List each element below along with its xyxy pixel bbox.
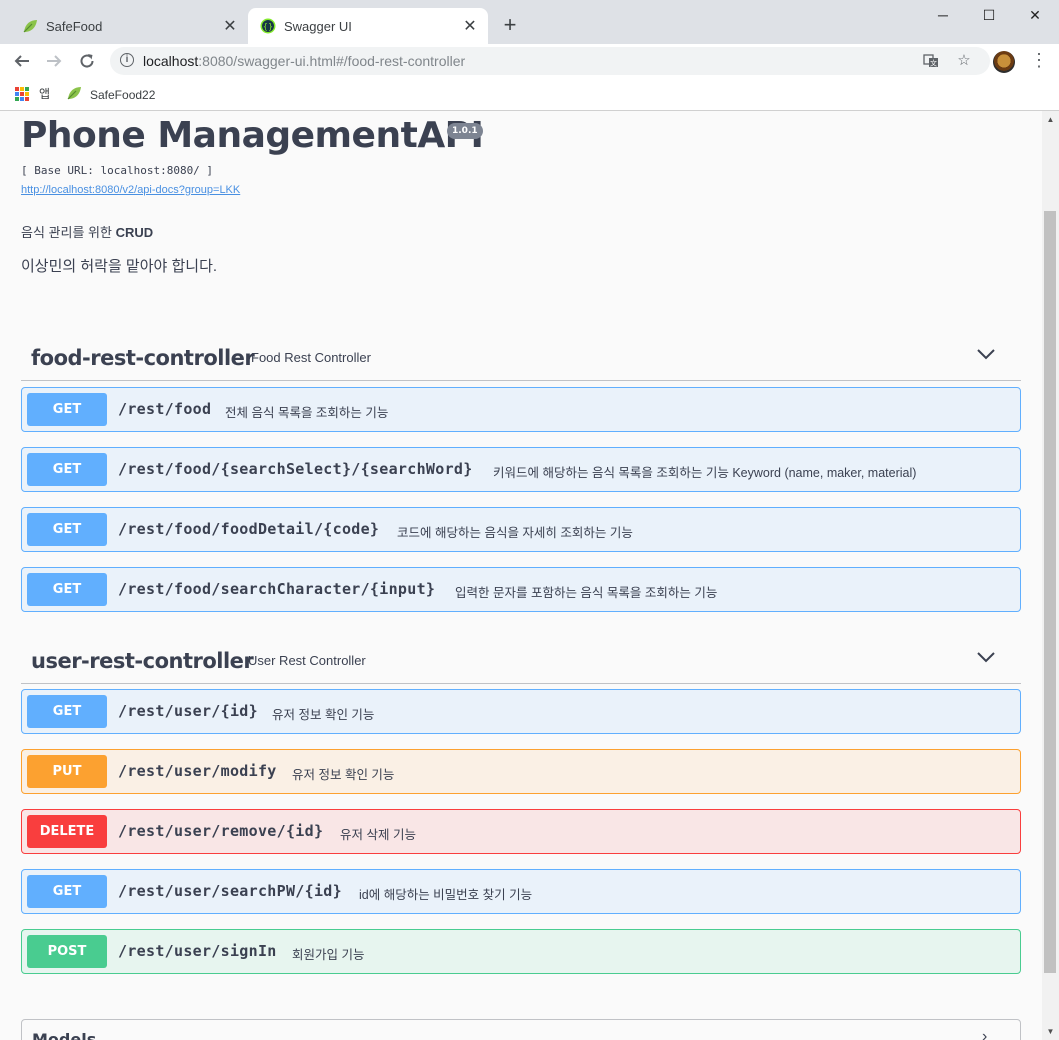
bookmark-label: 앱 — [39, 87, 51, 101]
method-badge: GET — [27, 513, 107, 546]
profile-avatar[interactable] — [993, 51, 1015, 73]
scroll-down-icon[interactable]: ▼ — [1042, 1023, 1059, 1040]
close-tab-icon[interactable]: ✕ — [220, 16, 240, 36]
operation-path: /rest/user/modify — [118, 762, 277, 780]
operation-get-rest-user-id[interactable]: GET /rest/user/{id} 유저 정보 확인 기능 — [21, 689, 1021, 734]
operation-summary: 유저 정보 확인 기능 — [272, 708, 375, 722]
section-food-rest-controller: food-rest-controller Food Rest Controlle… — [21, 330, 1021, 612]
api-description: 음식 관리를 위한 CRUD — [21, 225, 154, 240]
method-badge: GET — [27, 453, 107, 486]
translate-icon[interactable]: 文 — [923, 53, 939, 69]
operation-path: /rest/user/remove/{id} — [118, 822, 324, 840]
chevron-right-icon[interactable]: › — [982, 1028, 987, 1040]
section-user-rest-controller: user-rest-controller User Rest Controlle… — [21, 633, 1021, 974]
bookmark-apps[interactable]: 앱 — [15, 85, 50, 102]
browser-chrome: SafeFood ✕ {} Swagger UI ✕ + ─ ☐ ✕ i loc… — [0, 0, 1059, 111]
reload-icon[interactable] — [75, 49, 99, 73]
new-tab-button[interactable]: + — [498, 13, 522, 37]
operation-summary: 유저 삭제 기능 — [340, 828, 416, 842]
operation-summary: 전체 음식 목록을 조회하는 기능 — [225, 406, 389, 420]
swagger-page: Phone ManagementAPI 1.0.1 [ Base URL: lo… — [0, 111, 1042, 1040]
close-tab-icon[interactable]: ✕ — [460, 16, 480, 36]
models-section[interactable]: Models › — [21, 1019, 1021, 1040]
maximize-button[interactable]: ☐ — [966, 0, 1012, 30]
operation-get-rest-food-search-character[interactable]: GET /rest/food/searchCharacter/{input} 입… — [21, 567, 1021, 612]
section-name: user-rest-controller — [31, 649, 254, 673]
api-docs-link[interactable]: http://localhost:8080/v2/api-docs?group=… — [21, 184, 240, 196]
operation-post-rest-user-signin[interactable]: POST /rest/user/signIn 회원가입 기능 — [21, 929, 1021, 974]
operation-path: /rest/food/foodDetail/{code} — [118, 520, 380, 538]
operation-get-rest-food-detail[interactable]: GET /rest/food/foodDetail/{code} 코드에 해당하… — [21, 507, 1021, 552]
tab-label: SafeFood — [46, 18, 103, 34]
section-description: Food Rest Controller — [251, 350, 371, 365]
operation-summary: 코드에 해당하는 음식을 자세히 조회하는 기능 — [397, 526, 633, 540]
star-icon[interactable]: ☆ — [956, 53, 972, 69]
minimize-button[interactable]: ─ — [920, 0, 966, 30]
operation-path: /rest/user/{id} — [118, 702, 258, 720]
operation-path: /rest/food — [118, 400, 212, 418]
close-window-button[interactable]: ✕ — [1012, 0, 1058, 30]
version-badge: 1.0.1 — [447, 123, 483, 139]
scrollbar-thumb[interactable] — [1044, 211, 1056, 973]
leaf-icon — [66, 85, 82, 104]
method-badge: POST — [27, 935, 107, 968]
method-badge: DELETE — [27, 815, 107, 848]
page-scrollbar[interactable]: ▲ ▼ — [1042, 111, 1059, 1040]
operation-path: /rest/food/{searchSelect}/{searchWord} — [118, 460, 473, 478]
scroll-up-icon[interactable]: ▲ — [1042, 111, 1059, 128]
tab-strip: SafeFood ✕ {} Swagger UI ✕ + ─ ☐ ✕ — [0, 0, 1059, 44]
chevron-down-icon[interactable] — [976, 344, 996, 364]
operation-summary: 키워드에 해당하는 음식 목록을 조회하는 기능 Keyword (name, … — [493, 466, 917, 480]
svg-text:文: 文 — [930, 59, 937, 68]
method-badge: GET — [27, 695, 107, 728]
bookmark-safefood22[interactable]: SafeFood22 — [66, 85, 155, 104]
section-header[interactable]: food-rest-controller Food Rest Controlle… — [21, 330, 1021, 381]
apps-grid-icon — [15, 86, 29, 101]
operation-get-rest-food-search[interactable]: GET /rest/food/{searchSelect}/{searchWor… — [21, 447, 1021, 492]
method-badge: GET — [27, 393, 107, 426]
address-bar[interactable]: i localhost:8080/swagger-ui.html#/food-r… — [110, 47, 990, 75]
back-arrow-icon[interactable] — [10, 49, 34, 73]
operation-path: /rest/user/signIn — [118, 942, 277, 960]
operation-path: /rest/user/searchPW/{id} — [118, 882, 342, 900]
forward-arrow-icon[interactable] — [42, 49, 66, 73]
bookmarks-bar: 앱 SafeFood22 — [0, 78, 1059, 111]
tab-label: Swagger UI — [284, 18, 352, 34]
operation-summary: 유저 정보 확인 기능 — [292, 768, 395, 782]
chevron-down-icon[interactable] — [976, 647, 996, 667]
base-url: [ Base URL: localhost:8080/ ] — [21, 164, 214, 177]
operation-delete-rest-user-remove[interactable]: DELETE /rest/user/remove/{id} 유저 삭제 기능 — [21, 809, 1021, 854]
section-description: User Rest Controller — [248, 653, 366, 668]
svg-text:{}: {} — [263, 22, 273, 31]
operation-summary: 입력한 문자를 포함하는 음식 목록을 조회하는 기능 — [455, 586, 718, 600]
api-description-note: 이상민의 허락을 맡아야 합니다. — [21, 258, 218, 275]
bookmark-label: SafeFood22 — [90, 87, 156, 102]
operation-summary: 회원가입 기능 — [292, 948, 365, 962]
operation-summary: id에 해당하는 비밀번호 찾기 기능 — [359, 888, 533, 902]
browser-toolbar: i localhost:8080/swagger-ui.html#/food-r… — [0, 44, 1059, 78]
method-badge: PUT — [27, 755, 107, 788]
api-title: Phone ManagementAPI — [21, 115, 484, 156]
method-badge: GET — [27, 875, 107, 908]
tab-swagger-ui[interactable]: {} Swagger UI ✕ — [248, 8, 488, 44]
method-badge: GET — [27, 573, 107, 606]
operation-get-rest-user-searchpw[interactable]: GET /rest/user/searchPW/{id} id에 해당하는 비밀… — [21, 869, 1021, 914]
tab-safefood[interactable]: SafeFood ✕ — [10, 8, 248, 44]
section-header[interactable]: user-rest-controller User Rest Controlle… — [21, 633, 1021, 684]
operation-path: /rest/food/searchCharacter/{input} — [118, 580, 436, 598]
operation-put-rest-user-modify[interactable]: PUT /rest/user/modify 유저 정보 확인 기능 — [21, 749, 1021, 794]
section-name: food-rest-controller — [31, 346, 255, 370]
leaf-icon — [22, 18, 38, 34]
swagger-icon: {} — [260, 18, 276, 34]
menu-icon[interactable]: ⋮ — [1030, 49, 1048, 73]
models-title: Models — [32, 1030, 97, 1040]
operation-get-rest-food[interactable]: GET /rest/food 전체 음식 목록을 조회하는 기능 — [21, 387, 1021, 432]
url-text: localhost:8080/swagger-ui.html#/food-res… — [143, 53, 466, 69]
info-icon[interactable]: i — [120, 53, 134, 67]
